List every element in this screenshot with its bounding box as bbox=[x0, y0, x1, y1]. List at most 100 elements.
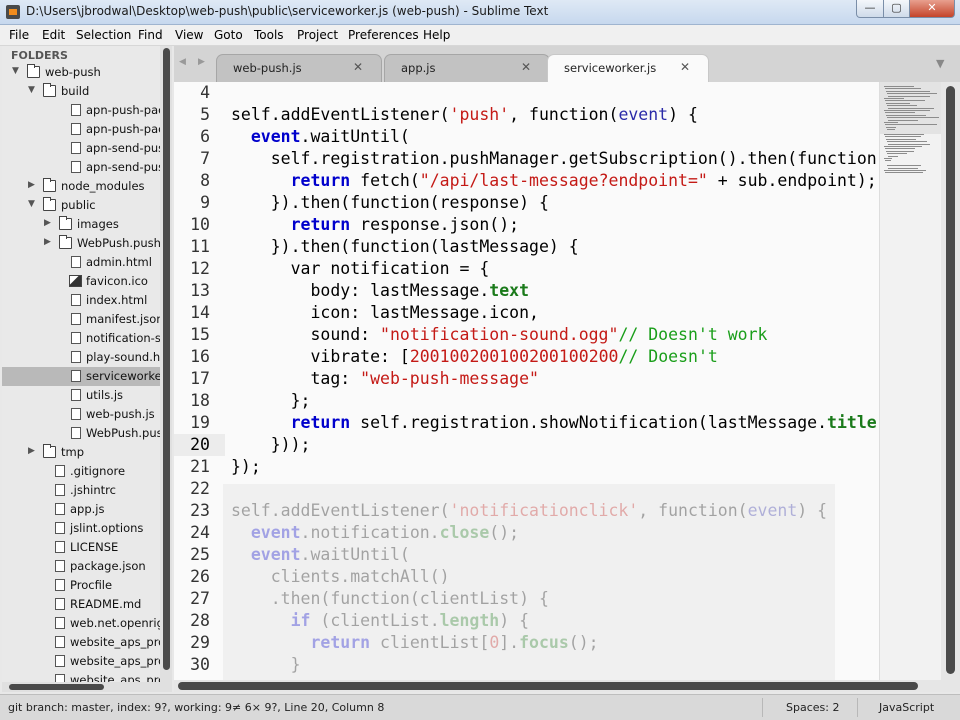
menu-help[interactable]: Help bbox=[423, 28, 450, 42]
tab-close-icon[interactable]: ✕ bbox=[680, 60, 690, 74]
tab-close-icon[interactable]: ✕ bbox=[353, 60, 363, 74]
sidebar-scrollbar[interactable] bbox=[160, 46, 172, 682]
code-line[interactable]: 6 event.waitUntil( bbox=[174, 126, 879, 148]
sidebar-file[interactable]: .gitignore bbox=[2, 462, 160, 481]
code-line[interactable]: 14 icon: lastMessage.icon, bbox=[174, 302, 879, 324]
tab-next-icon[interactable]: ▶ bbox=[198, 57, 205, 67]
sidebar-folder[interactable]: ▼ build bbox=[2, 82, 160, 101]
minimap[interactable] bbox=[879, 82, 942, 680]
tab-app-js[interactable]: app.js ✕ bbox=[384, 54, 550, 82]
code-line[interactable]: 21}); bbox=[174, 456, 879, 478]
code-line[interactable]: 8 return fetch("/api/last-message?endpoi… bbox=[174, 170, 879, 192]
menu-find[interactable]: Find bbox=[138, 28, 163, 42]
sidebar-file[interactable]: package.json bbox=[2, 557, 160, 576]
sidebar-file[interactable]: notification-soun bbox=[2, 329, 160, 348]
code-line[interactable]: 17 tag: "web-push-message" bbox=[174, 368, 879, 390]
sidebar-file[interactable]: .jshintrc bbox=[2, 481, 160, 500]
sidebar-file[interactable]: README.md bbox=[2, 595, 160, 614]
expand-arrow-icon[interactable]: ▶ bbox=[28, 180, 35, 190]
code-line[interactable]: 9 }).then(function(response) { bbox=[174, 192, 879, 214]
expand-arrow-icon[interactable]: ▶ bbox=[44, 218, 51, 228]
sidebar-folder[interactable]: ▶ images bbox=[2, 215, 160, 234]
code-line[interactable]: 26 clients.matchAll() bbox=[174, 566, 879, 588]
sidebar-folder[interactable]: ▼ web-push bbox=[2, 63, 160, 82]
menu-preferences[interactable]: Preferences bbox=[348, 28, 419, 42]
code-line[interactable]: 20 })); bbox=[174, 434, 879, 456]
sidebar-file[interactable]: apn-send-push-t bbox=[2, 139, 160, 158]
menu-file[interactable]: File bbox=[9, 28, 29, 42]
tab-close-icon[interactable]: ✕ bbox=[521, 60, 531, 74]
code-line[interactable]: 10 return response.json(); bbox=[174, 214, 879, 236]
code-line[interactable]: 11 }).then(function(lastMessage) { bbox=[174, 236, 879, 258]
tab-prev-icon[interactable]: ◀ bbox=[179, 57, 186, 67]
sidebar-file[interactable]: website_aps_produ bbox=[2, 633, 160, 652]
sidebar-file[interactable]: favicon.ico bbox=[2, 272, 160, 291]
sidebar-file[interactable]: serviceworker.js bbox=[2, 367, 160, 386]
sidebar-file[interactable]: apn-send-push.js bbox=[2, 158, 160, 177]
tab-overflow-icon[interactable]: ▼ bbox=[936, 57, 944, 70]
code-line[interactable]: 25 event.waitUntil( bbox=[174, 544, 879, 566]
code-line[interactable]: 13 body: lastMessage.text bbox=[174, 280, 879, 302]
menu-tools[interactable]: Tools bbox=[254, 28, 284, 42]
menu-edit[interactable]: Edit bbox=[42, 28, 65, 42]
sidebar-file[interactable]: apn-push-pack-s bbox=[2, 101, 160, 120]
sidebar-folder[interactable]: ▶ node_modules bbox=[2, 177, 160, 196]
menu-view[interactable]: View bbox=[175, 28, 203, 42]
sidebar-file[interactable]: admin.html bbox=[2, 253, 160, 272]
collapse-arrow-icon[interactable]: ▼ bbox=[12, 66, 19, 76]
sidebar-folder[interactable]: ▶ tmp bbox=[2, 443, 160, 462]
collapse-arrow-icon[interactable]: ▼ bbox=[28, 199, 35, 209]
sidebar-file[interactable]: LICENSE bbox=[2, 538, 160, 557]
sidebar-scroll-thumb[interactable] bbox=[163, 48, 170, 670]
code-line[interactable]: 23 self.addEventListener('notificationcli… bbox=[174, 500, 879, 522]
sidebar-horizontal-scrollbar[interactable] bbox=[2, 682, 172, 692]
menu-selection[interactable]: Selection bbox=[76, 28, 131, 42]
sidebar-file[interactable]: utils.js bbox=[2, 386, 160, 405]
code-line[interactable]: 12 var notification = { bbox=[174, 258, 879, 280]
code-line[interactable]: 7 self.registration.pushManager.getSubsc… bbox=[174, 148, 879, 170]
code-line[interactable]: 24 event.notification.close(); bbox=[174, 522, 879, 544]
sidebar-file[interactable]: apn-push-pack.js bbox=[2, 120, 160, 139]
code-line[interactable]: 18 }; bbox=[174, 390, 879, 412]
sidebar-file[interactable]: WebPush.pushp bbox=[2, 424, 160, 443]
code-line[interactable]: 16 vibrate: [200100200100200100200// Doe… bbox=[174, 346, 879, 368]
expand-arrow-icon[interactable]: ▶ bbox=[44, 237, 51, 247]
maximize-button[interactable]: ▢ bbox=[883, 0, 910, 18]
menu-goto[interactable]: Goto bbox=[214, 28, 243, 42]
editor-hscroll-thumb[interactable] bbox=[178, 682, 918, 690]
code-line[interactable]: 15 sound: "notification-sound.ogg"// Doe… bbox=[174, 324, 879, 346]
code-line[interactable]: 27 .then(function(clientList) { bbox=[174, 588, 879, 610]
minimize-button[interactable]: — bbox=[856, 0, 884, 18]
tab-web-push-js[interactable]: web-push.js ✕ bbox=[216, 54, 382, 82]
code-editor[interactable]: 4 5 self.addEventListener('push', function… bbox=[174, 82, 879, 680]
sidebar-file[interactable]: web-push.js bbox=[2, 405, 160, 424]
sidebar-file[interactable]: manifest.json bbox=[2, 310, 160, 329]
code-line[interactable]: 29 return clientList[0].focus(); bbox=[174, 632, 879, 654]
sidebar-file[interactable]: website_aps_produ bbox=[2, 652, 160, 671]
code-line[interactable]: 28 if (clientList.length) { bbox=[174, 610, 879, 632]
sidebar-file[interactable]: Procfile bbox=[2, 576, 160, 595]
status-indentation[interactable]: Spaces: 2 bbox=[786, 701, 839, 714]
code-line[interactable]: 5 self.addEventListener('push', function(… bbox=[174, 104, 879, 126]
sidebar-file[interactable]: web.net.openright bbox=[2, 614, 160, 633]
expand-arrow-icon[interactable]: ▶ bbox=[28, 446, 35, 456]
sidebar-hscroll-thumb[interactable] bbox=[9, 684, 104, 690]
tab-serviceworker-js[interactable]: serviceworker.js ✕ bbox=[547, 54, 709, 82]
sidebar-file[interactable]: index.html bbox=[2, 291, 160, 310]
code-line[interactable]: 19 return self.registration.showNotifica… bbox=[174, 412, 879, 434]
collapse-arrow-icon[interactable]: ▼ bbox=[28, 85, 35, 95]
editor-vscroll-thumb[interactable] bbox=[946, 86, 955, 674]
menu-project[interactable]: Project bbox=[297, 28, 338, 42]
close-window-button[interactable]: ✕ bbox=[909, 0, 955, 18]
sidebar-file[interactable]: jslint.options bbox=[2, 519, 160, 538]
editor-vertical-scrollbar[interactable] bbox=[941, 82, 960, 680]
editor-horizontal-scrollbar[interactable] bbox=[174, 680, 960, 692]
sidebar-folder[interactable]: ▼ public bbox=[2, 196, 160, 215]
status-syntax[interactable]: JavaScript bbox=[879, 701, 934, 714]
sidebar-file[interactable]: app.js bbox=[2, 500, 160, 519]
sidebar-file[interactable]: play-sound.html bbox=[2, 348, 160, 367]
code-line[interactable]: 30 } bbox=[174, 654, 879, 676]
sidebar-folder[interactable]: ▶ WebPush.pushp bbox=[2, 234, 160, 253]
code-line[interactable]: 4 bbox=[174, 82, 879, 104]
code-line[interactable]: 22 bbox=[174, 478, 879, 500]
